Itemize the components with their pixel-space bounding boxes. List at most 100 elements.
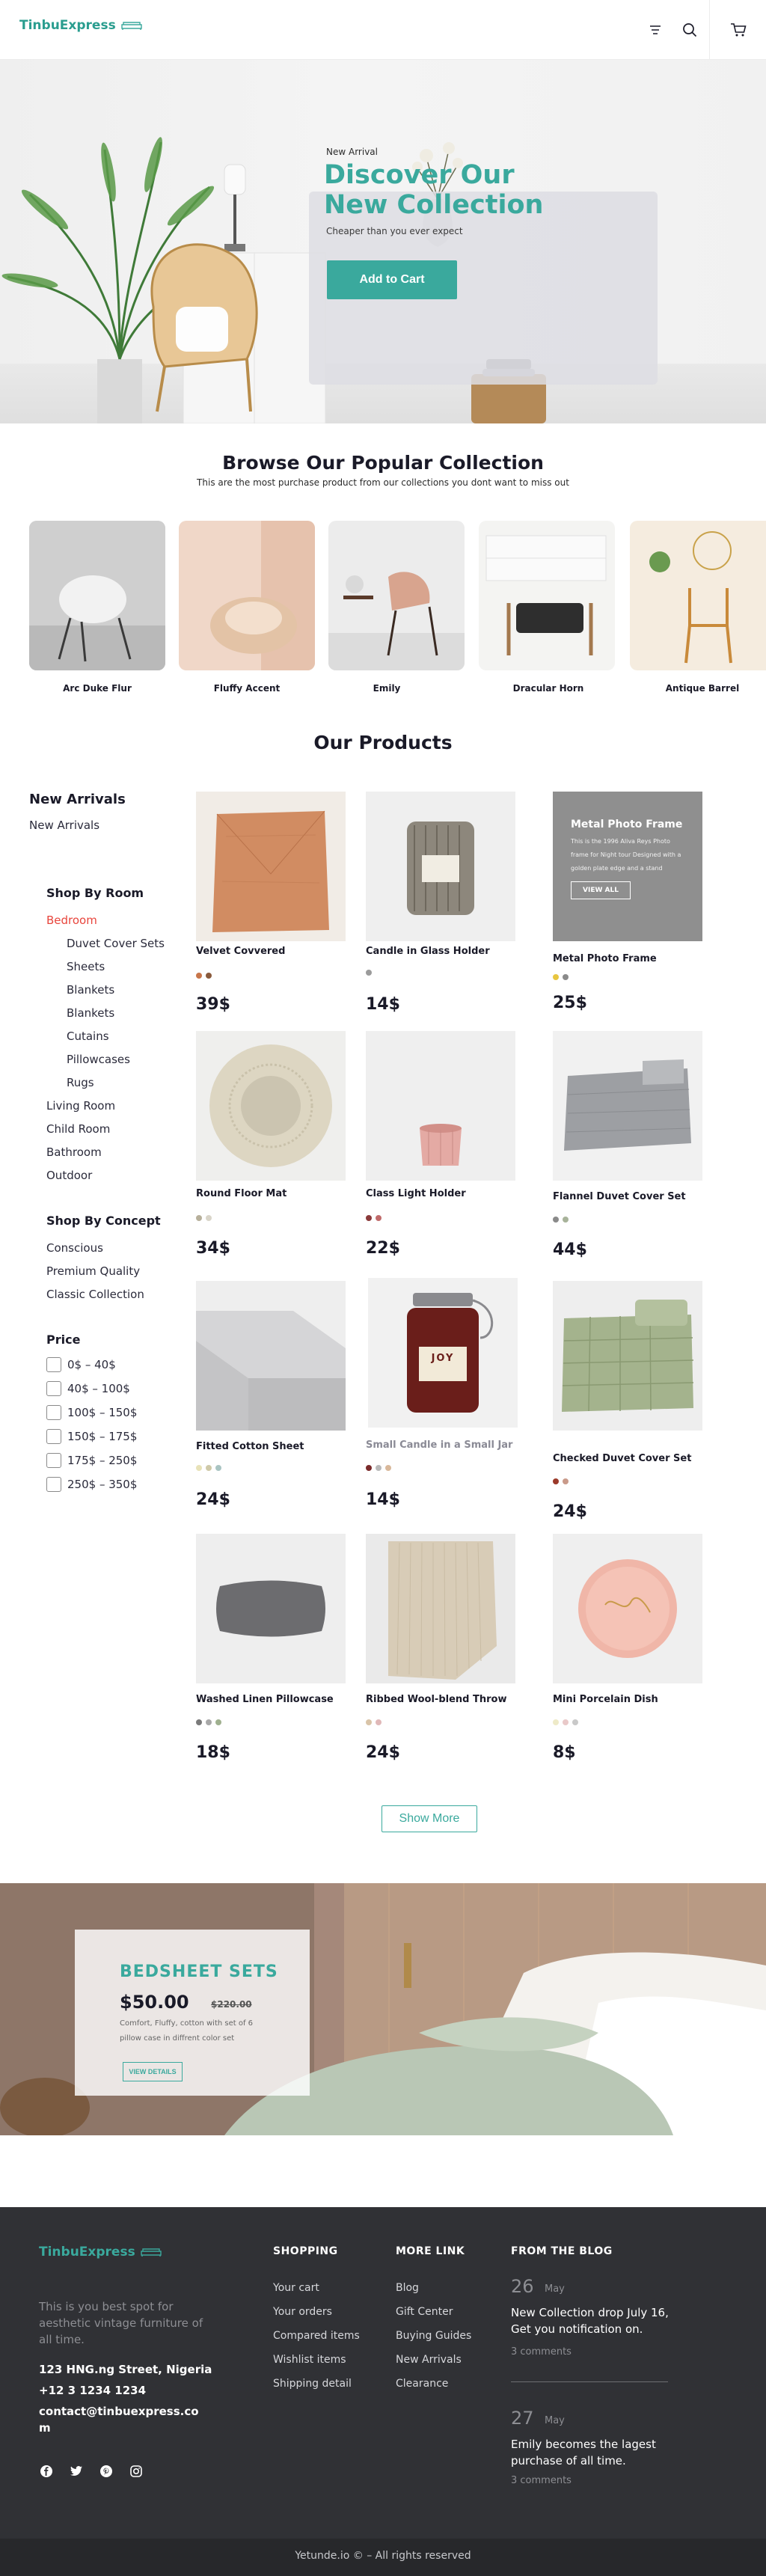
- product-name[interactable]: Ribbed Wool-blend Throw: [366, 1694, 506, 1705]
- blog-post-text[interactable]: Emily becomes the lagest purchase of all…: [511, 2436, 675, 2469]
- product-image[interactable]: [366, 1031, 515, 1181]
- collection-card[interactable]: [29, 521, 165, 670]
- color-swatch[interactable]: [206, 1465, 212, 1471]
- color-swatch[interactable]: [553, 1478, 559, 1484]
- add-to-cart-button[interactable]: Add to Cart: [327, 260, 457, 299]
- color-swatches[interactable]: [553, 974, 569, 980]
- product-name[interactable]: Mini Porcelain Dish: [553, 1694, 658, 1705]
- product-image[interactable]: Metal Photo Frame This is the 1996 Aliva…: [553, 792, 702, 941]
- footer-link-compared[interactable]: Compared items: [273, 2330, 360, 2342]
- room-duvet-cover-sets[interactable]: Duvet Cover Sets: [67, 937, 165, 950]
- room-bedroom[interactable]: Bedroom: [46, 914, 97, 927]
- color-swatch[interactable]: [563, 1719, 569, 1725]
- footer-link-cart[interactable]: Your cart: [273, 2282, 319, 2294]
- new-arrivals-link[interactable]: New Arrivals: [29, 819, 99, 832]
- color-swatch[interactable]: [196, 1215, 202, 1221]
- color-swatch[interactable]: [385, 1465, 391, 1471]
- product-name[interactable]: Round Floor Mat: [196, 1188, 287, 1199]
- twitter-icon[interactable]: [69, 2464, 84, 2479]
- color-swatch[interactable]: [553, 974, 559, 980]
- color-swatch[interactable]: [563, 1478, 569, 1484]
- color-swatch[interactable]: [366, 1215, 372, 1221]
- collection-card[interactable]: [328, 521, 465, 670]
- product-name[interactable]: Velvet Covvered: [196, 946, 285, 957]
- product-image[interactable]: [196, 1281, 346, 1431]
- room-child-room[interactable]: Child Room: [46, 1122, 110, 1136]
- color-swatch[interactable]: [553, 1719, 559, 1725]
- product-name[interactable]: Class Light Holder: [366, 1188, 466, 1199]
- price-checkbox[interactable]: [46, 1477, 61, 1492]
- instagram-icon[interactable]: [129, 2464, 144, 2479]
- footer-email[interactable]: contact@tinbuexpress.com: [39, 2403, 203, 2436]
- product-image[interactable]: [553, 1031, 702, 1181]
- color-swatch[interactable]: [376, 1215, 382, 1221]
- blog-comments[interactable]: 3 comments: [511, 2475, 572, 2486]
- price-checkbox[interactable]: [46, 1405, 61, 1420]
- color-swatch[interactable]: [366, 1465, 372, 1471]
- price-filter[interactable]: 250$ – 350$: [46, 1477, 137, 1492]
- price-filter[interactable]: 175$ – 250$: [46, 1453, 137, 1468]
- footer-link-wishlist[interactable]: Wishlist items: [273, 2354, 346, 2366]
- color-swatch[interactable]: [196, 1465, 202, 1471]
- price-filter[interactable]: 100$ – 150$: [46, 1405, 137, 1420]
- color-swatches[interactable]: [553, 1719, 578, 1725]
- product-image[interactable]: [196, 792, 346, 941]
- color-swatch[interactable]: [376, 1719, 382, 1725]
- show-more-button[interactable]: Show More: [382, 1805, 477, 1832]
- color-swatches[interactable]: [553, 1217, 569, 1223]
- color-swatches[interactable]: [196, 1215, 212, 1221]
- search-icon[interactable]: [675, 15, 705, 45]
- color-swatch[interactable]: [215, 1465, 221, 1471]
- product-image[interactable]: [366, 792, 515, 941]
- color-swatch[interactable]: [572, 1719, 578, 1725]
- product-image[interactable]: [553, 1534, 702, 1683]
- product-image[interactable]: [196, 1534, 346, 1683]
- filter-icon[interactable]: [640, 15, 670, 45]
- product-name[interactable]: Washed Linen Pillowcase: [196, 1694, 334, 1705]
- blog-post-text[interactable]: New Collection drop July 16, Get you not…: [511, 2304, 675, 2337]
- concept-premium-quality[interactable]: Premium Quality: [46, 1264, 140, 1278]
- color-swatches[interactable]: [366, 970, 372, 976]
- collection-card[interactable]: [630, 521, 766, 670]
- color-swatch[interactable]: [553, 1217, 559, 1223]
- color-swatch[interactable]: [563, 974, 569, 980]
- logo[interactable]: TinbuExpress: [19, 18, 143, 33]
- footer-link-blog[interactable]: Blog: [396, 2282, 419, 2294]
- color-swatch[interactable]: [376, 1465, 382, 1471]
- room-outdoor[interactable]: Outdoor: [46, 1169, 92, 1182]
- color-swatch[interactable]: [196, 1719, 202, 1725]
- color-swatches[interactable]: [366, 1465, 391, 1471]
- facebook-icon[interactable]: [39, 2464, 54, 2479]
- product-name[interactable]: Candle in Glass Holder: [366, 946, 490, 957]
- color-swatch[interactable]: [563, 1217, 569, 1223]
- blog-comments[interactable]: 3 comments: [511, 2346, 572, 2358]
- price-filter[interactable]: 40$ – 100$: [46, 1381, 130, 1396]
- product-image[interactable]: [196, 1031, 346, 1181]
- color-swatch[interactable]: [366, 1719, 372, 1725]
- color-swatch[interactable]: [206, 1215, 212, 1221]
- footer-link-new-arrivals[interactable]: New Arrivals: [396, 2354, 462, 2366]
- room-pillowcases[interactable]: Pillowcases: [67, 1053, 130, 1066]
- product-image[interactable]: [553, 1281, 702, 1431]
- price-checkbox[interactable]: [46, 1381, 61, 1396]
- footer-link-gift-center[interactable]: Gift Center: [396, 2306, 453, 2318]
- room-bathroom[interactable]: Bathroom: [46, 1145, 102, 1159]
- cart-icon[interactable]: [709, 0, 766, 60]
- footer-link-buying-guides[interactable]: Buying Guides: [396, 2330, 471, 2342]
- product-name[interactable]: Fitted Cotton Sheet: [196, 1441, 304, 1452]
- view-all-button[interactable]: VIEW ALL: [571, 881, 631, 899]
- color-swatches[interactable]: [196, 1465, 221, 1471]
- color-swatches[interactable]: [366, 1719, 382, 1725]
- price-filter[interactable]: 0$ – 40$: [46, 1357, 116, 1372]
- color-swatch[interactable]: [196, 973, 202, 979]
- price-checkbox[interactable]: [46, 1429, 61, 1444]
- product-image[interactable]: JOY: [368, 1278, 518, 1428]
- room-blankets-2[interactable]: Blankets: [67, 1006, 114, 1020]
- color-swatches[interactable]: [366, 1215, 382, 1221]
- room-sheets[interactable]: Sheets: [67, 960, 105, 973]
- price-checkbox[interactable]: [46, 1453, 61, 1468]
- view-details-button[interactable]: VIEW DETAILS: [123, 2062, 183, 2081]
- color-swatches[interactable]: [553, 1478, 569, 1484]
- product-name[interactable]: Metal Photo Frame: [553, 953, 657, 964]
- price-filter[interactable]: 150$ – 175$: [46, 1429, 137, 1444]
